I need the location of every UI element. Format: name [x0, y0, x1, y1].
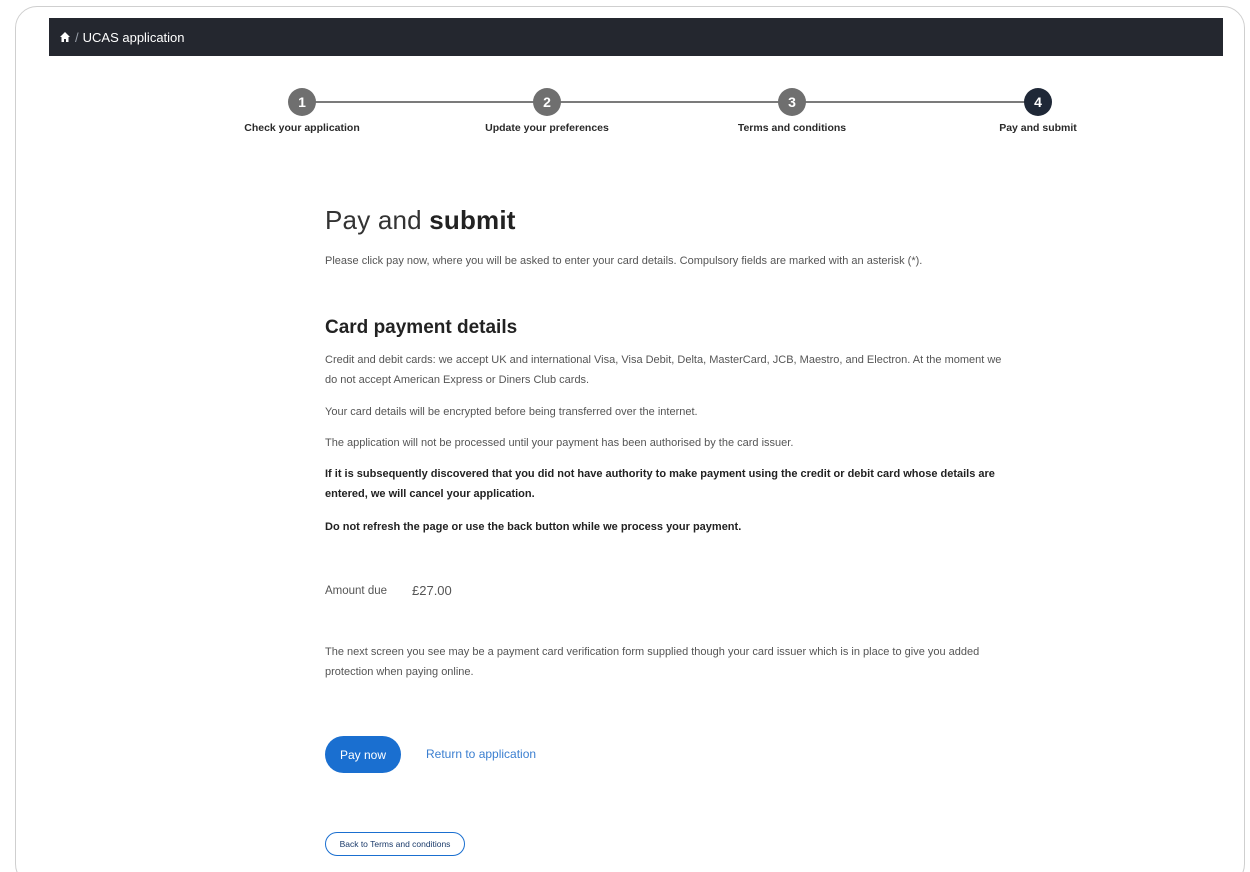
step-pay-and-submit: 4 Pay and submit — [938, 88, 1138, 134]
amount-due-row: Amount due £27.00 — [325, 583, 452, 598]
step-number: 2 — [533, 88, 561, 116]
step-check-your-application: 1 Check your application — [202, 88, 402, 134]
intro-text: Please click pay now, where you will be … — [325, 255, 923, 267]
amount-due-label: Amount due — [325, 584, 388, 597]
card-payment-heading: Card payment details — [325, 317, 518, 338]
step-terms-and-conditions: 3 Terms and conditions — [692, 88, 892, 134]
page-title-bold: submit — [429, 205, 516, 235]
page-title: Pay and submit — [325, 205, 1015, 236]
main-content: Pay and submit Please click pay now, whe… — [325, 205, 1015, 856]
authority-warning-text: If it is subsequently discovered that yo… — [325, 468, 995, 500]
return-to-application-link[interactable]: Return to application — [426, 747, 536, 761]
step-number: 1 — [288, 88, 316, 116]
refresh-warning-text: Do not refresh the page or use the back … — [325, 521, 742, 533]
step-label: Update your preferences — [485, 122, 609, 134]
step-number-active: 4 — [1024, 88, 1052, 116]
verification-note: The next screen you see may be a payment… — [325, 646, 980, 678]
home-icon[interactable] — [59, 31, 71, 43]
step-label: Check your application — [244, 122, 360, 134]
step-label: Pay and submit — [999, 122, 1077, 134]
encryption-text: Your card details will be encrypted befo… — [325, 406, 698, 418]
step-number: 3 — [778, 88, 806, 116]
stepper-track — [302, 101, 1038, 103]
back-to-terms-button[interactable]: Back to Terms and conditions — [325, 832, 465, 856]
authorisation-text: The application will not be processed un… — [325, 437, 794, 449]
breadcrumb-separator: / — [75, 29, 79, 45]
top-navigation-bar: / UCAS application — [49, 18, 1223, 56]
pay-now-button[interactable]: Pay now — [325, 736, 401, 773]
breadcrumb-ucas-application[interactable]: UCAS application — [83, 30, 185, 45]
accepted-cards-text: Credit and debit cards: we accept UK and… — [325, 354, 1002, 386]
page-title-light: Pay and — [325, 205, 430, 235]
step-label: Terms and conditions — [737, 122, 847, 134]
amount-due-value: £27.00 — [412, 583, 452, 598]
step-update-your-preferences: 2 Update your preferences — [447, 88, 647, 134]
progress-stepper: 1 Check your application 2 Update your p… — [0, 88, 1250, 148]
